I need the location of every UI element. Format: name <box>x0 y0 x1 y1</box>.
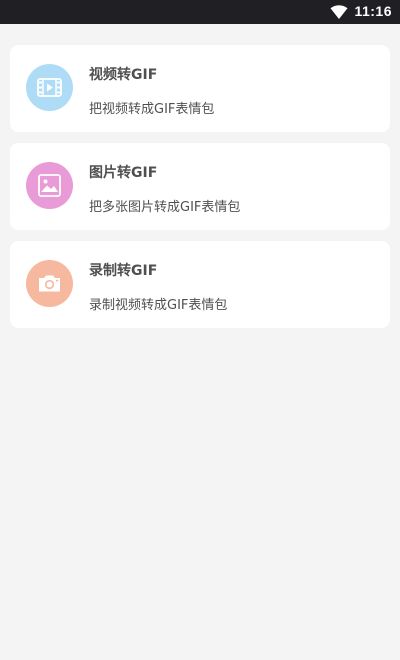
image-to-gif-card[interactable]: 图片转GIF 把多张图片转成GIF表情包 <box>10 143 390 230</box>
card-description: 录制视频转成GIF表情包 <box>89 298 228 313</box>
camera-icon-circle <box>26 260 73 307</box>
status-bar: 11:16 <box>0 0 400 24</box>
card-description: 把多张图片转成GIF表情包 <box>89 200 241 215</box>
card-title: 视频转GIF <box>89 67 158 83</box>
camera-icon <box>39 275 60 292</box>
conversion-options-list: 视频转GIF 把视频转成GIF表情包 图片转GIF 把多张图片转成GIF表情包 … <box>10 45 390 339</box>
video-icon-circle <box>26 64 73 111</box>
record-to-gif-card[interactable]: 录制转GIF 录制视频转成GIF表情包 <box>10 241 390 328</box>
card-title: 录制转GIF <box>89 263 158 279</box>
card-description: 把视频转成GIF表情包 <box>89 102 215 117</box>
card-title: 图片转GIF <box>89 165 158 181</box>
status-time: 11:16 <box>354 3 392 19</box>
video-to-gif-card[interactable]: 视频转GIF 把视频转成GIF表情包 <box>10 45 390 132</box>
image-icon-circle <box>26 162 73 209</box>
wifi-icon <box>330 5 348 19</box>
image-icon <box>38 174 61 197</box>
video-icon <box>37 78 62 97</box>
